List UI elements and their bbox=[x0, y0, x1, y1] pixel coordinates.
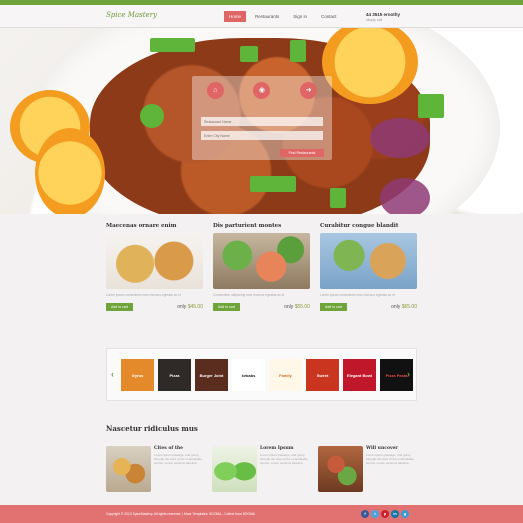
features-section-title: Nascetur ridiculus mus bbox=[106, 424, 198, 433]
feature-text: Lorem ipsum passage, and going through t… bbox=[366, 453, 414, 466]
product-card: Maecenas ornare enim Lorem ipsum consect… bbox=[106, 223, 203, 311]
add-to-cart-button[interactable]: Add to cart bbox=[106, 303, 133, 311]
herb-image bbox=[150, 38, 195, 52]
phone-subtitle: simply call bbox=[366, 18, 383, 22]
product-card: Curabitur congue blandit Lorem ipsum con… bbox=[320, 223, 417, 311]
brand-carousel: ‹ Gyros Pizza Burger Joint kebabs Family… bbox=[106, 348, 417, 401]
main-nav: Home Restaurants Sign in Contact bbox=[224, 11, 342, 22]
product-description: Consectetur adipiscing mos rhoncus egest… bbox=[213, 293, 285, 297]
feature-text: Lorem ipsum passage, and going through t… bbox=[154, 453, 202, 466]
brand-logo[interactable]: Elegant Bowl bbox=[343, 359, 376, 391]
feature-item: Lorem Ipsum Lorem ipsum passage, and goi… bbox=[212, 446, 311, 492]
fries-image[interactable] bbox=[106, 446, 151, 492]
shrimp-salad-image[interactable] bbox=[213, 233, 310, 289]
tacos-image[interactable] bbox=[106, 233, 203, 289]
phone-number: 44 3515 ernothy simply call bbox=[366, 12, 401, 22]
herb-image bbox=[418, 94, 444, 118]
facebook-icon[interactable]: f bbox=[361, 510, 369, 518]
twitter-icon[interactable]: t bbox=[371, 510, 379, 518]
restaurant-icon[interactable]: ⌂ bbox=[206, 82, 224, 99]
header: Spice Mastery Home Restaurants Sign in C… bbox=[0, 5, 523, 28]
feature-title[interactable]: Will uncover bbox=[366, 446, 417, 451]
brand-logo[interactable]: Family bbox=[269, 359, 302, 391]
product-price: only $45.00 bbox=[177, 304, 203, 310]
delivery-icon[interactable]: ➜ bbox=[300, 82, 318, 99]
herb-image bbox=[290, 40, 306, 62]
product-description: Lorem ipsum consectetur mos rhoncus eges… bbox=[106, 293, 181, 297]
city-name-input[interactable] bbox=[201, 131, 323, 140]
find-restaurants-button[interactable]: Find Restaurants bbox=[280, 149, 324, 157]
herb-image bbox=[330, 188, 346, 208]
brand-logo[interactable]: Pizza bbox=[158, 359, 191, 391]
carousel-prev-icon[interactable]: ‹ bbox=[111, 369, 114, 379]
plated-dish-image[interactable] bbox=[320, 233, 417, 289]
search-icons: ⌂ ◉ ➜ bbox=[192, 82, 332, 99]
product-description: Lorem ipsum consectetur mos rhoncus eges… bbox=[320, 293, 395, 297]
cabbage-image bbox=[380, 178, 430, 214]
orange-slice-image bbox=[35, 128, 105, 214]
add-to-cart-button[interactable]: Add to cart bbox=[213, 303, 240, 311]
brand-logo[interactable]: Burger Joint bbox=[195, 359, 228, 391]
salad-plate-image[interactable] bbox=[318, 446, 363, 492]
nav-home[interactable]: Home bbox=[224, 11, 247, 22]
brand-logo[interactable]: Gyros bbox=[121, 359, 154, 391]
pinterest-icon[interactable]: p bbox=[381, 510, 389, 518]
products-section: Maecenas ornare enim Lorem ipsum consect… bbox=[106, 223, 417, 311]
product-price: only $55.00 bbox=[284, 304, 310, 310]
site-logo[interactable]: Spice Mastery bbox=[106, 11, 157, 19]
brand-logo-row: Gyros Pizza Burger Joint kebabs Family S… bbox=[121, 359, 413, 391]
nav-restaurants[interactable]: Restaurants bbox=[250, 11, 284, 22]
search-panel: ⌂ ◉ ➜ bbox=[192, 76, 332, 160]
google-icon[interactable]: g bbox=[401, 510, 409, 518]
herb-image bbox=[250, 176, 296, 192]
social-links: f t p in g bbox=[361, 510, 409, 518]
nav-contact[interactable]: Contact bbox=[316, 11, 342, 22]
nav-sign-in[interactable]: Sign in bbox=[288, 11, 312, 22]
herb-image bbox=[240, 46, 258, 62]
herb-image bbox=[140, 104, 164, 128]
product-title[interactable]: Curabitur congue blandit bbox=[320, 223, 417, 233]
cabbage-image bbox=[370, 118, 430, 158]
add-to-cart-button[interactable]: Add to cart bbox=[320, 303, 347, 311]
linkedin-icon[interactable]: in bbox=[391, 510, 399, 518]
product-card: Dis parturient montes Consectetur adipis… bbox=[213, 223, 310, 311]
copyright-text: Copyright © 2013 SpiceMastery. All right… bbox=[106, 512, 256, 516]
product-title[interactable]: Maecenas ornare enim bbox=[106, 223, 203, 233]
feature-title[interactable]: Lorem Ipsum bbox=[260, 446, 311, 451]
brand-logo[interactable]: Sweet bbox=[306, 359, 339, 391]
footer: Copyright © 2013 SpiceMastery. All right… bbox=[0, 505, 523, 523]
dish-icon[interactable]: ◉ bbox=[253, 82, 271, 99]
feature-item: Will uncover Lorem ipsum passage, and go… bbox=[318, 446, 417, 492]
restaurant-name-input[interactable] bbox=[201, 117, 323, 126]
feature-text: Lorem ipsum passage, and going through t… bbox=[260, 453, 308, 466]
product-price: only $65.00 bbox=[391, 304, 417, 310]
feature-title[interactable]: Cites of the bbox=[154, 446, 205, 451]
features-section: Cites of the Lorem ipsum passage, and go… bbox=[106, 446, 417, 492]
product-title[interactable]: Dis parturient montes bbox=[213, 223, 310, 233]
feature-item: Cites of the Lorem ipsum passage, and go… bbox=[106, 446, 205, 492]
carousel-next-icon[interactable]: › bbox=[407, 369, 410, 379]
brand-logo[interactable]: kebabs bbox=[232, 359, 265, 391]
smoothie-image[interactable] bbox=[212, 446, 257, 492]
